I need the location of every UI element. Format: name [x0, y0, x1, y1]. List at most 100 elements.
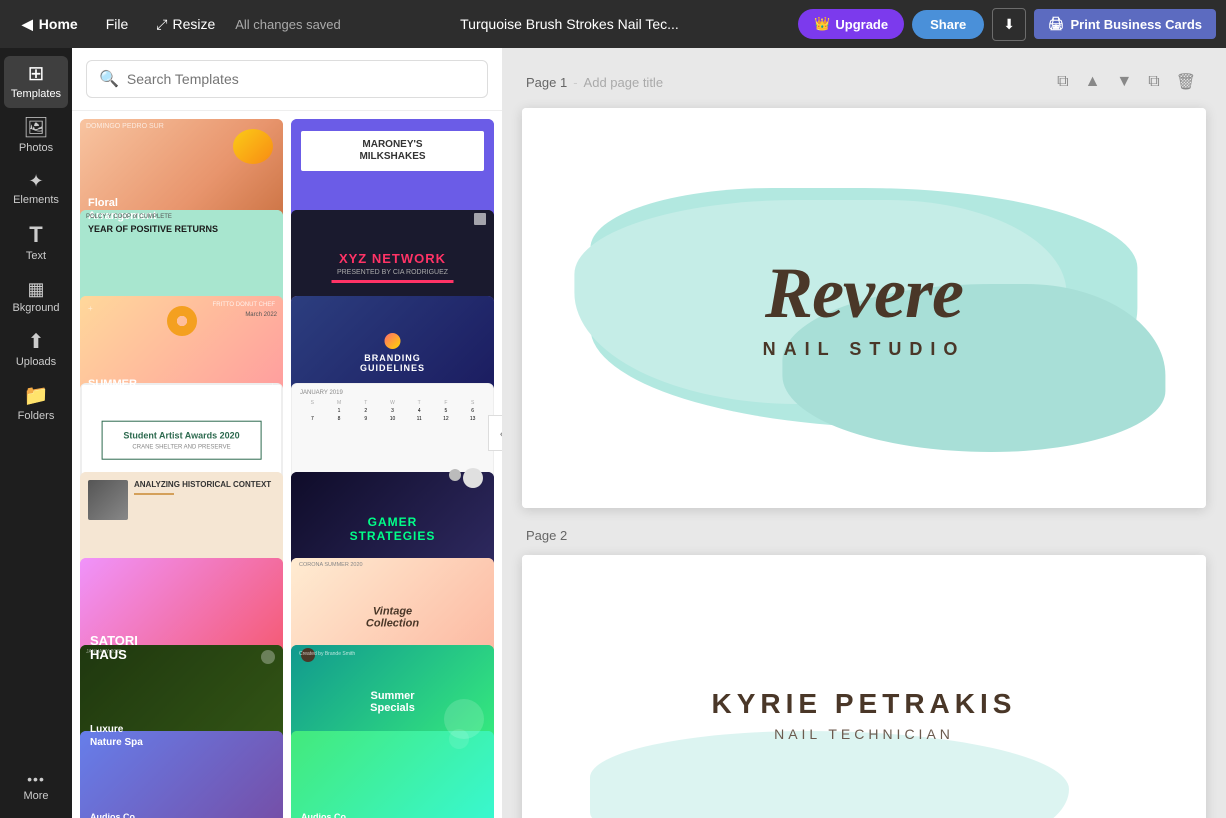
saved-status: All changes saved: [235, 17, 341, 32]
analyzing-title: ANALYZING HISTORICAL CONTEXT: [134, 480, 271, 490]
sidebar-item-text[interactable]: T Text: [4, 216, 68, 270]
upgrade-label: Upgrade: [835, 17, 888, 32]
sidebar-item-more[interactable]: ••• More: [4, 764, 68, 810]
canvas-page1[interactable]: Revere NAIL STUDIO: [522, 108, 1206, 508]
page2-brush-stroke: [590, 731, 1069, 818]
background-icon: ▦: [27, 280, 44, 298]
sidebar-label-more: More: [23, 790, 48, 802]
sidebar-item-background[interactable]: ▦ Bkground: [4, 272, 68, 322]
positive-title: YEAR OF POSITIVE RETURNS: [88, 224, 275, 235]
sidebar-label-templates: Templates: [11, 88, 61, 100]
page2-label: Page 2: [526, 528, 567, 543]
page1-down-button[interactable]: ▼: [1110, 68, 1138, 96]
share-button[interactable]: Share: [912, 10, 984, 39]
sidebar-label-uploads: Uploads: [16, 356, 56, 368]
collapse-panel-button[interactable]: ‹: [488, 415, 502, 451]
search-icon: 🔍: [99, 69, 119, 89]
summer2-subtitle: Specials: [370, 702, 415, 714]
folders-icon: 📁: [24, 386, 49, 406]
download-button[interactable]: ⬇: [992, 8, 1026, 41]
page1-content: Revere NAIL STUDIO: [522, 108, 1206, 508]
sidebar-label-text: Text: [26, 250, 46, 262]
student-title: Student Artist Awards 2020: [110, 430, 253, 443]
search-input[interactable]: [127, 71, 475, 87]
page1-header: Page 1 - Add page title ⧉ ▲ ▼ ⧉ 🗑: [522, 68, 1206, 96]
branding-title: BRANDING: [360, 353, 425, 363]
top-bar-left: ◀ Home File ⤢ Resize All changes saved: [10, 10, 341, 39]
sidebar-item-templates[interactable]: ⊞ Templates: [4, 56, 68, 108]
xyz-subtitle: PRESENTED BY CIA RODRIGUEZ: [291, 269, 494, 276]
download-icon: ⬇: [1003, 16, 1015, 32]
revere-brand-text: Revere NAIL STUDIO: [763, 257, 966, 360]
milkshakes-subtitle: MILKSHAKES: [309, 151, 476, 163]
sidebar-label-folders: Folders: [18, 410, 55, 422]
add-page-title[interactable]: Add page title: [584, 75, 664, 90]
elements-icon: ✦: [28, 172, 43, 190]
summer-subtitle: SPECIALS: [88, 390, 143, 402]
summer-title: SUMMER: [88, 378, 143, 390]
revere-script-text: Revere: [763, 257, 966, 329]
sidebar: ⊞ Templates 🖼 Photos ✦ Elements T Text ▦…: [0, 48, 72, 818]
print-button[interactable]: 🖨 Print Business Cards: [1034, 9, 1216, 39]
search-input-wrap: 🔍: [86, 60, 488, 98]
more-icon: •••: [27, 772, 45, 786]
document-title: Turquoise Brush Strokes Nail Tec...: [460, 16, 679, 32]
print-label: Print Business Cards: [1071, 17, 1203, 32]
vintage-title: Vintage: [366, 606, 419, 618]
search-bar: 🔍: [72, 48, 502, 111]
resize-icon: ⤢: [156, 16, 167, 33]
top-bar-center: Turquoise Brush Strokes Nail Tec...: [341, 16, 798, 32]
nail-studio-text: NAIL STUDIO: [763, 339, 966, 360]
audios2-title: Audios Co.: [301, 812, 365, 818]
xyz-title: XYZ NETWORK: [291, 251, 494, 266]
sidebar-item-elements[interactable]: ✦ Elements: [4, 164, 68, 214]
gamer-subtitle: STRATEGIES: [350, 529, 436, 543]
page2-content: KYRIE PETRAKIS NAIL TECHNICIAN: [522, 555, 1206, 818]
luxure-title: Luxure: [90, 723, 143, 736]
page1-duplicate-button[interactable]: ⧉: [1142, 68, 1165, 96]
text-icon: T: [29, 224, 42, 246]
resize-button[interactable]: ⤢ Resize: [144, 10, 227, 39]
sidebar-label-photos: Photos: [19, 142, 53, 154]
chevron-left-icon: ◀: [22, 16, 33, 33]
vintage-subtitle: Collection: [366, 618, 419, 630]
branding-subtitle: GUIDELINES: [360, 363, 425, 373]
floral-title: Floral: [88, 197, 156, 210]
sidebar-item-folders[interactable]: 📁 Folders: [4, 378, 68, 430]
page2-header: Page 2: [522, 528, 1206, 543]
home-button[interactable]: ◀ Home: [10, 10, 90, 39]
templates-panel: 🔍 DOMINGO PEDRO SUR Floral Arrangement: [72, 48, 502, 818]
page2-title-area: Page 2: [526, 528, 567, 543]
top-bar: ◀ Home File ⤢ Resize All changes saved T…: [0, 0, 1226, 48]
page1-container: Page 1 - Add page title ⧉ ▲ ▼ ⧉ 🗑 Re: [522, 68, 1206, 508]
milkshakes-title: MARONEY'S: [309, 139, 476, 151]
chevron-left-icon: ‹: [500, 425, 502, 441]
sidebar-item-uploads[interactable]: ⬆ Uploads: [4, 324, 68, 376]
audios1-title: Audios Co.: [90, 812, 154, 818]
uploads-icon: ⬆: [28, 332, 45, 352]
page1-label: Page 1: [526, 75, 567, 90]
page1-up-button[interactable]: ▲: [1079, 68, 1107, 96]
page1-copy-icon-button[interactable]: ⧉: [1051, 68, 1074, 96]
templates-icon: ⊞: [28, 64, 45, 84]
page1-delete-button[interactable]: 🗑: [1170, 68, 1202, 96]
canvas-page2[interactable]: KYRIE PETRAKIS NAIL TECHNICIAN: [522, 555, 1206, 818]
summer2-title: Summer: [370, 690, 415, 702]
sidebar-label-background: Bkground: [12, 302, 59, 314]
file-button[interactable]: File: [94, 10, 141, 38]
sidebar-label-elements: Elements: [13, 194, 59, 206]
kyrie-brand-text: KYRIE PETRAKIS NAIL TECHNICIAN: [712, 688, 1017, 742]
canvas-area: Page 1 - Add page title ⧉ ▲ ▼ ⧉ 🗑 Re: [502, 48, 1226, 818]
top-bar-right: 👑 Upgrade Share ⬇ 🖨 Print Business Cards: [798, 8, 1216, 41]
home-label: Home: [39, 16, 78, 32]
nail-tech-title: NAIL TECHNICIAN: [712, 726, 1017, 742]
photos-icon: 🖼: [23, 118, 48, 138]
page1-actions: ⧉ ▲ ▼ ⧉ 🗑: [1051, 68, 1202, 96]
sidebar-item-photos[interactable]: 🖼 Photos: [4, 110, 68, 162]
page1-title-area: Page 1 - Add page title: [526, 75, 663, 90]
templates-grid: DOMINGO PEDRO SUR Floral Arrangement MAR…: [72, 111, 502, 818]
kyrie-name-text: KYRIE PETRAKIS: [712, 688, 1017, 720]
page2-container: Page 2 KYRIE PETRAKIS NAIL TECHNICIAN: [522, 528, 1206, 818]
upgrade-button[interactable]: 👑 Upgrade: [798, 9, 904, 39]
crown-icon: 👑: [814, 16, 830, 32]
